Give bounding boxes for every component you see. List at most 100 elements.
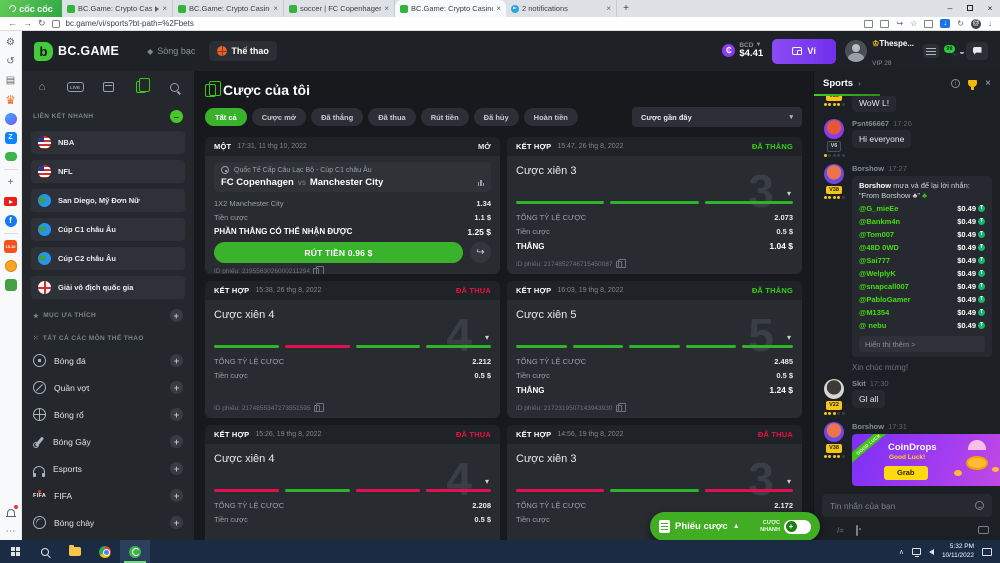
url-text[interactable]: bc.game/vi/sports?bt-path=%2Fbets — [66, 19, 194, 28]
chat-username[interactable]: Borshow — [852, 422, 884, 431]
expand-caret-icon[interactable]: ▾ — [787, 477, 791, 486]
quick-link-national[interactable]: Giải vô địch quốc gia — [31, 276, 185, 299]
copy-icon[interactable] — [616, 405, 622, 412]
add-favorite-button[interactable]: + — [170, 309, 183, 322]
my-bets-icon[interactable] — [133, 80, 149, 94]
trophy-icon[interactable] — [968, 80, 977, 87]
expand-icon[interactable]: + — [170, 381, 183, 394]
download-icon[interactable]: ↓ — [940, 19, 950, 28]
quick-link-nfl[interactable]: NFL — [31, 160, 185, 183]
match-box[interactable]: Quốc Tế Cấp Câu Lạc Bộ - Cúp C1 châu Âu … — [214, 162, 491, 192]
quick-link-cup-c1[interactable]: Cúp C1 châu Âu — [31, 218, 185, 241]
avatar[interactable] — [824, 119, 844, 139]
avatar[interactable] — [824, 422, 844, 442]
tab-1[interactable]: BC.Game: Crypto Casino× — [62, 0, 173, 17]
chrome-icon[interactable] — [90, 540, 120, 563]
site-info-icon[interactable] — [52, 20, 60, 28]
start-button[interactable] — [0, 540, 30, 563]
filter-cancelled[interactable]: Đã hủy — [474, 108, 519, 126]
expand-caret-icon[interactable]: ▾ — [485, 333, 489, 342]
chat-rules-icon[interactable]: /= — [837, 526, 844, 535]
home-icon[interactable]: ⌂ — [34, 80, 50, 94]
sport-basketball[interactable]: Bóng rổ+ — [31, 402, 185, 427]
share-bet-button[interactable]: ↪ — [470, 242, 491, 263]
tab-close-icon[interactable]: × — [162, 4, 167, 13]
coindrops-card[interactable]: GOOD LUCK CoinDrops Good Luck! Grab — [852, 434, 1000, 486]
vip-crown-icon[interactable]: ♛ — [4, 93, 17, 106]
quick-bet-toggle[interactable]: + — [784, 520, 811, 534]
chat-toggle-icon[interactable] — [966, 42, 988, 60]
cashout-button[interactable]: RÚT TIỀN 0.96 $ — [214, 242, 463, 263]
filter-all[interactable]: Tất cả — [205, 108, 247, 126]
profile-icon[interactable]: @ — [971, 19, 981, 29]
expand-icon[interactable]: + — [170, 462, 183, 475]
history-icon[interactable]: ↺ — [4, 55, 17, 68]
chat-username[interactable]: Borshow — [852, 164, 884, 173]
bookmark-star-icon[interactable]: ☆ — [910, 19, 917, 28]
collapse-button[interactable]: – — [170, 110, 183, 123]
filter-lost[interactable]: Đã thua — [368, 108, 416, 126]
forward-icon[interactable]: → — [23, 19, 32, 28]
taskbar-search-icon[interactable] — [30, 540, 60, 563]
filter-open[interactable]: Cược mở — [252, 108, 306, 126]
filter-refund[interactable]: Hoàn tiền — [524, 108, 578, 126]
messenger-icon[interactable] — [4, 112, 17, 125]
shopee-icon[interactable] — [4, 259, 17, 272]
expand-icon[interactable]: + — [170, 489, 183, 502]
copy-icon[interactable] — [313, 268, 319, 274]
volume-icon[interactable] — [929, 549, 934, 555]
add-shortcut-icon[interactable]: + — [4, 176, 17, 189]
wallet-button[interactable]: Ví — [772, 39, 836, 64]
notifications-bell-icon[interactable] — [4, 506, 17, 519]
grab-button[interactable]: Grab — [884, 466, 928, 480]
stats-icon[interactable] — [478, 180, 485, 186]
file-explorer-icon[interactable] — [60, 540, 90, 563]
bet-list-icon[interactable] — [923, 44, 939, 58]
copy-icon[interactable] — [314, 405, 320, 412]
new-tab-button[interactable]: + — [617, 0, 635, 17]
sport-fifa[interactable]: FIFAFIFA+ — [31, 483, 185, 508]
tab-5[interactable]: 2 notifications× — [506, 0, 617, 17]
avatar[interactable] — [824, 379, 844, 399]
live-icon[interactable]: LIVE — [67, 80, 83, 94]
dice-icon[interactable] — [856, 526, 858, 535]
expand-icon[interactable]: + — [170, 516, 183, 529]
avatar[interactable] — [824, 164, 844, 184]
tray-expand-icon[interactable]: ∧ — [899, 548, 904, 556]
betslip-fab[interactable]: Phiếu cược ▲ CƯỢC NHANH + — [650, 512, 820, 541]
tab-close-icon[interactable]: × — [606, 4, 611, 13]
translate-icon[interactable] — [880, 20, 889, 28]
youtube-icon[interactable] — [4, 195, 17, 208]
expand-caret-icon[interactable]: ▾ — [787, 333, 791, 342]
sport-baseball[interactable]: Bóng chày+ — [31, 510, 185, 535]
chevron-right-icon[interactable]: › — [858, 79, 861, 88]
shield-icon[interactable] — [924, 20, 933, 28]
sort-dropdown[interactable]: Cược gần đây▾ — [632, 107, 802, 127]
share-icon[interactable]: ↪ — [896, 19, 903, 28]
close-window-button[interactable]: × — [980, 0, 1000, 17]
reload-icon[interactable]: ↻ — [38, 19, 46, 28]
expand-icon[interactable]: + — [170, 435, 183, 448]
expand-caret-icon[interactable]: ▾ — [787, 189, 791, 198]
network-icon[interactable] — [912, 548, 921, 555]
reading-list-icon[interactable]: ▤ — [4, 74, 17, 87]
sport-esports[interactable]: Esports+ — [31, 456, 185, 481]
clock[interactable]: 5:32 PM10/11/2022 — [942, 543, 974, 560]
user-profile[interactable]: ♔Thespe... VIP 28 — [845, 32, 914, 70]
zalo-icon[interactable]: Z — [4, 131, 17, 144]
back-icon[interactable]: ← — [8, 19, 17, 28]
chat-room-title[interactable]: Sports — [823, 78, 853, 89]
downloads-arrow-icon[interactable]: ↓ — [988, 19, 992, 28]
more-icon[interactable]: ⋯ — [4, 525, 17, 538]
chat-message-input[interactable]: Tin nhắn của bạn — [822, 494, 992, 517]
nav-casino[interactable]: ◆Sòng bạc — [139, 41, 203, 61]
facebook-icon[interactable]: f — [4, 214, 17, 227]
coccoc-taskbar-icon[interactable] — [120, 540, 150, 563]
sport-cricket[interactable]: Bóng Gậy+ — [31, 429, 185, 454]
giftcard-icon[interactable] — [978, 526, 989, 534]
copy-icon[interactable] — [616, 261, 622, 268]
show-more-button[interactable]: Hiển thị thêm > — [859, 336, 985, 352]
expand-icon[interactable]: + — [170, 354, 183, 367]
green-app-icon[interactable] — [4, 278, 17, 291]
tab-close-icon[interactable]: × — [496, 4, 501, 13]
